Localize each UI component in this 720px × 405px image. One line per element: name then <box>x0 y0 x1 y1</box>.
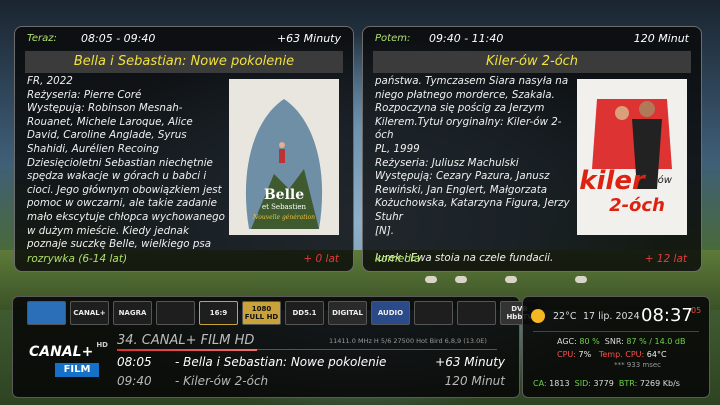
next-poster: kiler -ów 2-óch <box>577 79 687 235</box>
dd51-icon: DD5.1 <box>285 301 324 325</box>
poster-subtitle-text: 2-óch <box>609 195 665 216</box>
ca-row: CA: 1813 SID: 3779 BTR: 7269 Kb/s <box>533 379 680 388</box>
nagra-icon: NAGRA <box>113 301 152 325</box>
canal-icon: CANAL+ <box>70 301 109 325</box>
next-description: państwa. Tymczasem Siara nasyła na niego… <box>375 75 570 261</box>
channel-infobar: CANAL+ NAGRA 16:9 1080 FULL HD DD5.1 DIG… <box>12 296 539 398</box>
feature-icons: CANAL+ NAGRA 16:9 1080 FULL HD DD5.1 DIG… <box>27 301 539 325</box>
aspect-icon: 16:9 <box>199 301 238 325</box>
clock: 08:37 <box>641 305 693 326</box>
now-time: 08:05 - 09:40 <box>81 32 156 45</box>
next-time: 09:40 - 11:40 <box>429 32 504 45</box>
now-epg-panel: Teraz: 08:05 - 09:40 +63 Minuty Bella i … <box>14 26 354 272</box>
next-genre: komedia <box>375 253 421 265</box>
now-description: FR, 2022 Reżyseria: Pierre Coré Występuj… <box>27 75 225 251</box>
now-title: Bella i Sebastian: Nowe pokolenie <box>25 51 343 73</box>
sheep-image <box>505 276 517 283</box>
poster-title-text: Belle <box>264 187 304 203</box>
cpu-row: CPU: 7% Temp. CPU: 64°C <box>557 350 667 359</box>
now-genre: rozrywka (6-14 lat) <box>27 253 128 265</box>
sheep-image <box>425 276 437 283</box>
poster-tag-text: Nouvelle génération <box>252 214 315 221</box>
sheep-image <box>455 276 467 283</box>
progress-bar <box>117 349 257 351</box>
latency: *** 933 msec <box>614 361 661 369</box>
subtitles-icon <box>414 301 453 325</box>
next-event-row: 09:40 - Kiler-ów 2-óch 120 Minut <box>117 374 505 388</box>
divider <box>533 331 699 332</box>
next-title: Kiler-ów 2-óch <box>373 51 691 73</box>
now-event-row: 08:05 - Bella i Sebastian: Nowe pokoleni… <box>117 355 505 369</box>
now-poster: Belle et Sebastien Nouvelle génération <box>229 79 339 235</box>
channel-name: 34. CANAL+ FILM HD <box>117 333 255 348</box>
tv-icon <box>156 301 195 325</box>
next-epg-panel: Potem: 09:40 - 11:40 120 Minut Kiler-ów … <box>362 26 702 272</box>
next-age-rating: + 12 lat <box>644 253 687 265</box>
date: 17 lip. 2024 <box>583 311 640 322</box>
teletext-icon <box>457 301 496 325</box>
clock-seconds: 05 <box>691 306 702 315</box>
next-remaining: 120 Minut <box>633 32 689 45</box>
dolby-digital-icon: DIGITAL <box>328 301 367 325</box>
temperature: 22°C <box>553 311 577 322</box>
fullhd-icon: 1080 FULL HD <box>242 301 281 325</box>
next-label: Potem: <box>375 33 411 44</box>
now-label: Teraz: <box>27 33 57 44</box>
transponder-info: 11411.0 MHz H 5/6 27500 Hot Bird 6,8,9 (… <box>329 337 487 345</box>
now-remaining: +63 Minuty <box>276 32 341 45</box>
signal-row: AGC: 80 % SNR: 87 % / 14.0 dB <box>557 337 686 346</box>
progress-track <box>257 349 497 350</box>
weather-sun-icon <box>531 309 545 323</box>
status-box: 22°C 17 lip. 2024 08:37 05 AGC: 80 % SNR… <box>522 296 710 398</box>
channel-logo: CANAL+ HD FILM <box>29 341 108 377</box>
sheep-image <box>575 276 587 283</box>
provider-icon <box>27 301 66 325</box>
poster-subtitle-text: et Sebastien <box>262 203 307 211</box>
poster-subtitle-text: -ów <box>654 174 673 186</box>
now-age-rating: + 0 lat <box>303 253 339 265</box>
audio-icon: AUDIO <box>371 301 410 325</box>
poster-title-text: kiler <box>579 166 647 196</box>
